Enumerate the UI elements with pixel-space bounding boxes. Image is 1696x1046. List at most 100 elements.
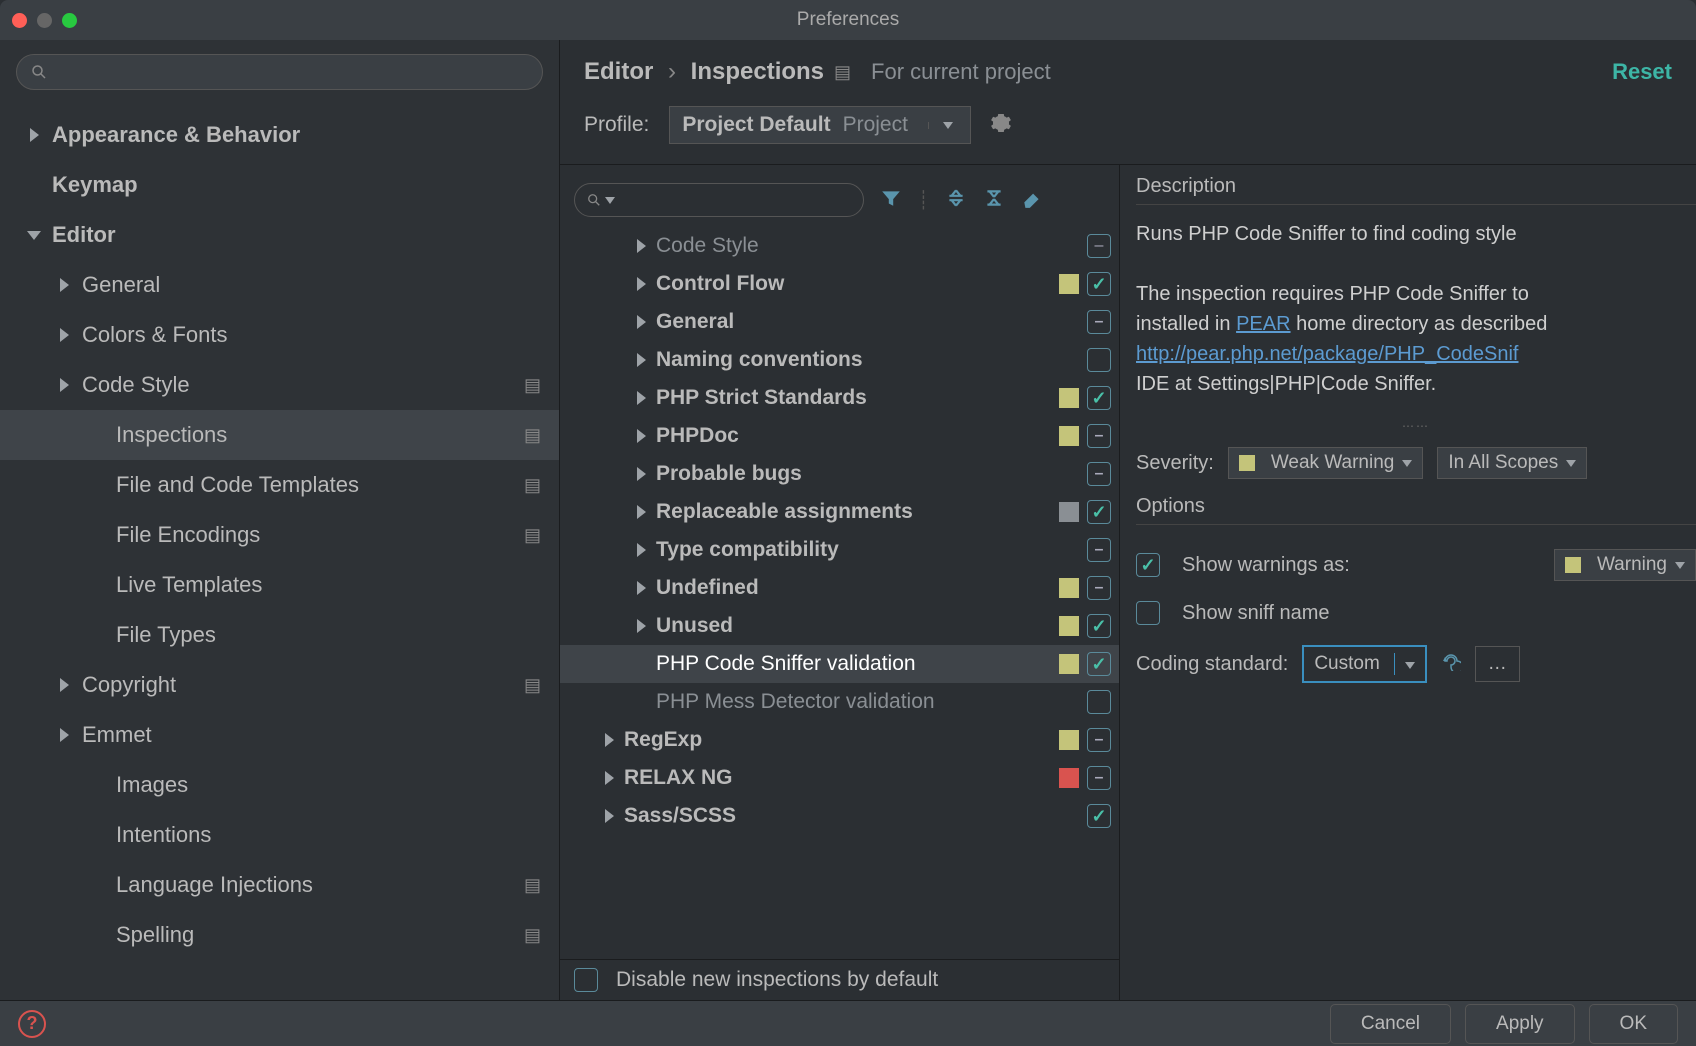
sidebar-item-emmet[interactable]: Emmet — [0, 710, 559, 760]
severity-swatch — [1059, 578, 1079, 598]
inspection-checkbox[interactable] — [1087, 728, 1111, 752]
inspection-checkbox[interactable] — [1087, 310, 1111, 334]
show-sniff-label: Show sniff name — [1182, 602, 1330, 625]
minimize-window-button[interactable] — [37, 13, 52, 28]
inspection-checkbox[interactable] — [1087, 614, 1111, 638]
inspection-row-code-style[interactable]: Code Style — [560, 227, 1119, 265]
inspection-row-general[interactable]: General — [560, 303, 1119, 341]
inspections-toolbar: ┊ — [560, 165, 1119, 227]
inspection-checkbox[interactable] — [1087, 804, 1111, 828]
sidebar-item-live-templates[interactable]: Live Templates — [0, 560, 559, 610]
inspection-checkbox[interactable] — [1087, 576, 1111, 600]
inspection-checkbox[interactable] — [1087, 538, 1111, 562]
show-warnings-checkbox[interactable] — [1136, 553, 1160, 577]
inspection-row-probable-bugs[interactable]: Probable bugs — [560, 455, 1119, 493]
inspection-row-control-flow[interactable]: Control Flow — [560, 265, 1119, 303]
search-input[interactable] — [16, 54, 543, 90]
eraser-icon[interactable] — [1021, 187, 1043, 214]
inspection-checkbox[interactable] — [1087, 348, 1111, 372]
sidebar-item-keymap[interactable]: Keymap — [0, 160, 559, 210]
pear-package-link[interactable]: http://pear.php.net/package/PHP_CodeSnif — [1136, 343, 1519, 365]
sidebar-item-spelling[interactable]: Spelling▤ — [0, 910, 559, 960]
sidebar-item-file-encodings[interactable]: File Encodings▤ — [0, 510, 559, 560]
profile-select[interactable]: Project Default Project — [669, 106, 971, 144]
scope-select[interactable]: In All Scopes — [1437, 447, 1587, 479]
sidebar-item-general[interactable]: General — [0, 260, 559, 310]
tree-arrow-icon — [26, 177, 42, 193]
ok-button[interactable]: OK — [1589, 1004, 1678, 1044]
inspection-row-replaceable-assignments[interactable]: Replaceable assignments — [560, 493, 1119, 531]
inspection-checkbox[interactable] — [1087, 462, 1111, 486]
search-icon — [31, 64, 47, 80]
inspection-checkbox[interactable] — [1087, 652, 1111, 676]
inspection-row-relax-ng[interactable]: RELAX NG — [560, 759, 1119, 797]
sidebar-item-file-types[interactable]: File Types — [0, 610, 559, 660]
apply-button[interactable]: Apply — [1465, 1004, 1575, 1044]
inspection-row-naming-conventions[interactable]: Naming conventions — [560, 341, 1119, 379]
inspection-checkbox[interactable] — [1087, 272, 1111, 296]
show-sniff-checkbox[interactable] — [1136, 601, 1160, 625]
inspection-label: General — [656, 310, 1087, 334]
sidebar-item-label: Appearance & Behavior — [52, 122, 541, 148]
help-button[interactable]: ? — [18, 1010, 46, 1038]
inspection-row-regexp[interactable]: RegExp — [560, 721, 1119, 759]
sidebar-item-code-style[interactable]: Code Style▤ — [0, 360, 559, 410]
inspections-detail-panel: Description Runs PHP Code Sniffer to fin… — [1120, 165, 1696, 1000]
close-window-button[interactable] — [12, 13, 27, 28]
inspection-checkbox[interactable] — [1087, 766, 1111, 790]
warnings-as-select[interactable]: Warning — [1554, 549, 1696, 581]
inspection-row-sass-scss[interactable]: Sass/SCSS — [560, 797, 1119, 835]
pear-link[interactable]: PEAR — [1236, 313, 1290, 335]
description-line: IDE at Settings|PHP|Code Sniffer. — [1136, 369, 1696, 399]
show-sniff-row: Show sniff name — [1136, 601, 1696, 625]
inspection-row-type-compatibility[interactable]: Type compatibility — [560, 531, 1119, 569]
sidebar-item-language-injections[interactable]: Language Injections▤ — [0, 860, 559, 910]
inspection-label: RegExp — [624, 728, 1059, 752]
inspection-checkbox[interactable] — [1087, 690, 1111, 714]
chevron-down-icon — [1566, 460, 1576, 467]
inspections-tree: Code StyleControl Flow General Naming conv… — [560, 227, 1119, 959]
sidebar-item-intentions[interactable]: Intentions — [0, 810, 559, 860]
sidebar-item-images[interactable]: Images — [0, 760, 559, 810]
inspections-search-input[interactable] — [574, 183, 864, 217]
inspection-checkbox[interactable] — [1087, 424, 1111, 448]
inspection-row-unused[interactable]: Unused — [560, 607, 1119, 645]
sidebar-item-file-and-code-templates[interactable]: File and Code Templates▤ — [0, 460, 559, 510]
sidebar-item-editor[interactable]: Editor — [0, 210, 559, 260]
inspection-checkbox[interactable] — [1087, 386, 1111, 410]
resize-handle[interactable]: ⋯⋯ — [1136, 419, 1696, 433]
sidebar-item-appearance-behavior[interactable]: Appearance & Behavior — [0, 110, 559, 160]
collapse-all-icon[interactable] — [983, 187, 1005, 214]
inspections-left-panel: ┊ Code StyleControl Flow General Naming co… — [560, 165, 1120, 1000]
inspection-row-php-mess-detector-validation[interactable]: PHP Mess Detector validation — [560, 683, 1119, 721]
reset-link[interactable]: Reset — [1612, 59, 1672, 85]
sidebar-item-copyright[interactable]: Copyright▤ — [0, 660, 559, 710]
browse-button[interactable]: … — [1475, 646, 1520, 682]
search-icon — [587, 193, 601, 207]
inspection-row-php-strict-standards[interactable]: PHP Strict Standards — [560, 379, 1119, 417]
tree-arrow-icon — [56, 727, 72, 743]
disable-new-inspections-checkbox[interactable] — [574, 968, 598, 992]
cancel-button[interactable]: Cancel — [1330, 1004, 1451, 1044]
inspection-row-phpdoc[interactable]: PHPDoc — [560, 417, 1119, 455]
inspection-checkbox[interactable] — [1087, 234, 1111, 258]
profile-name: Project Default — [682, 113, 830, 137]
inspection-label: PHP Strict Standards — [656, 386, 1059, 410]
inspection-row-php-code-sniffer-validation[interactable]: PHP Code Sniffer validation — [560, 645, 1119, 683]
sidebar-item-colors-fonts[interactable]: Colors & Fonts — [0, 310, 559, 360]
refresh-icon[interactable] — [1441, 651, 1461, 677]
inspection-checkbox[interactable] — [1087, 500, 1111, 524]
filter-icon[interactable] — [880, 187, 902, 214]
project-scope-icon: ▤ — [524, 425, 541, 446]
tree-arrow-icon — [626, 619, 656, 633]
description-line: Runs PHP Code Sniffer to find coding sty… — [1136, 219, 1696, 249]
severity-select[interactable]: Weak Warning — [1228, 447, 1424, 479]
expand-all-icon[interactable] — [945, 187, 967, 214]
disable-new-inspections-row: Disable new inspections by default — [560, 959, 1119, 1000]
coding-standard-select[interactable]: Custom — [1302, 645, 1426, 683]
sidebar-item-inspections[interactable]: Inspections▤ — [0, 410, 559, 460]
severity-swatch — [1059, 426, 1079, 446]
inspection-row-undefined[interactable]: Undefined — [560, 569, 1119, 607]
zoom-window-button[interactable] — [62, 13, 77, 28]
gear-icon[interactable] — [991, 113, 1011, 138]
